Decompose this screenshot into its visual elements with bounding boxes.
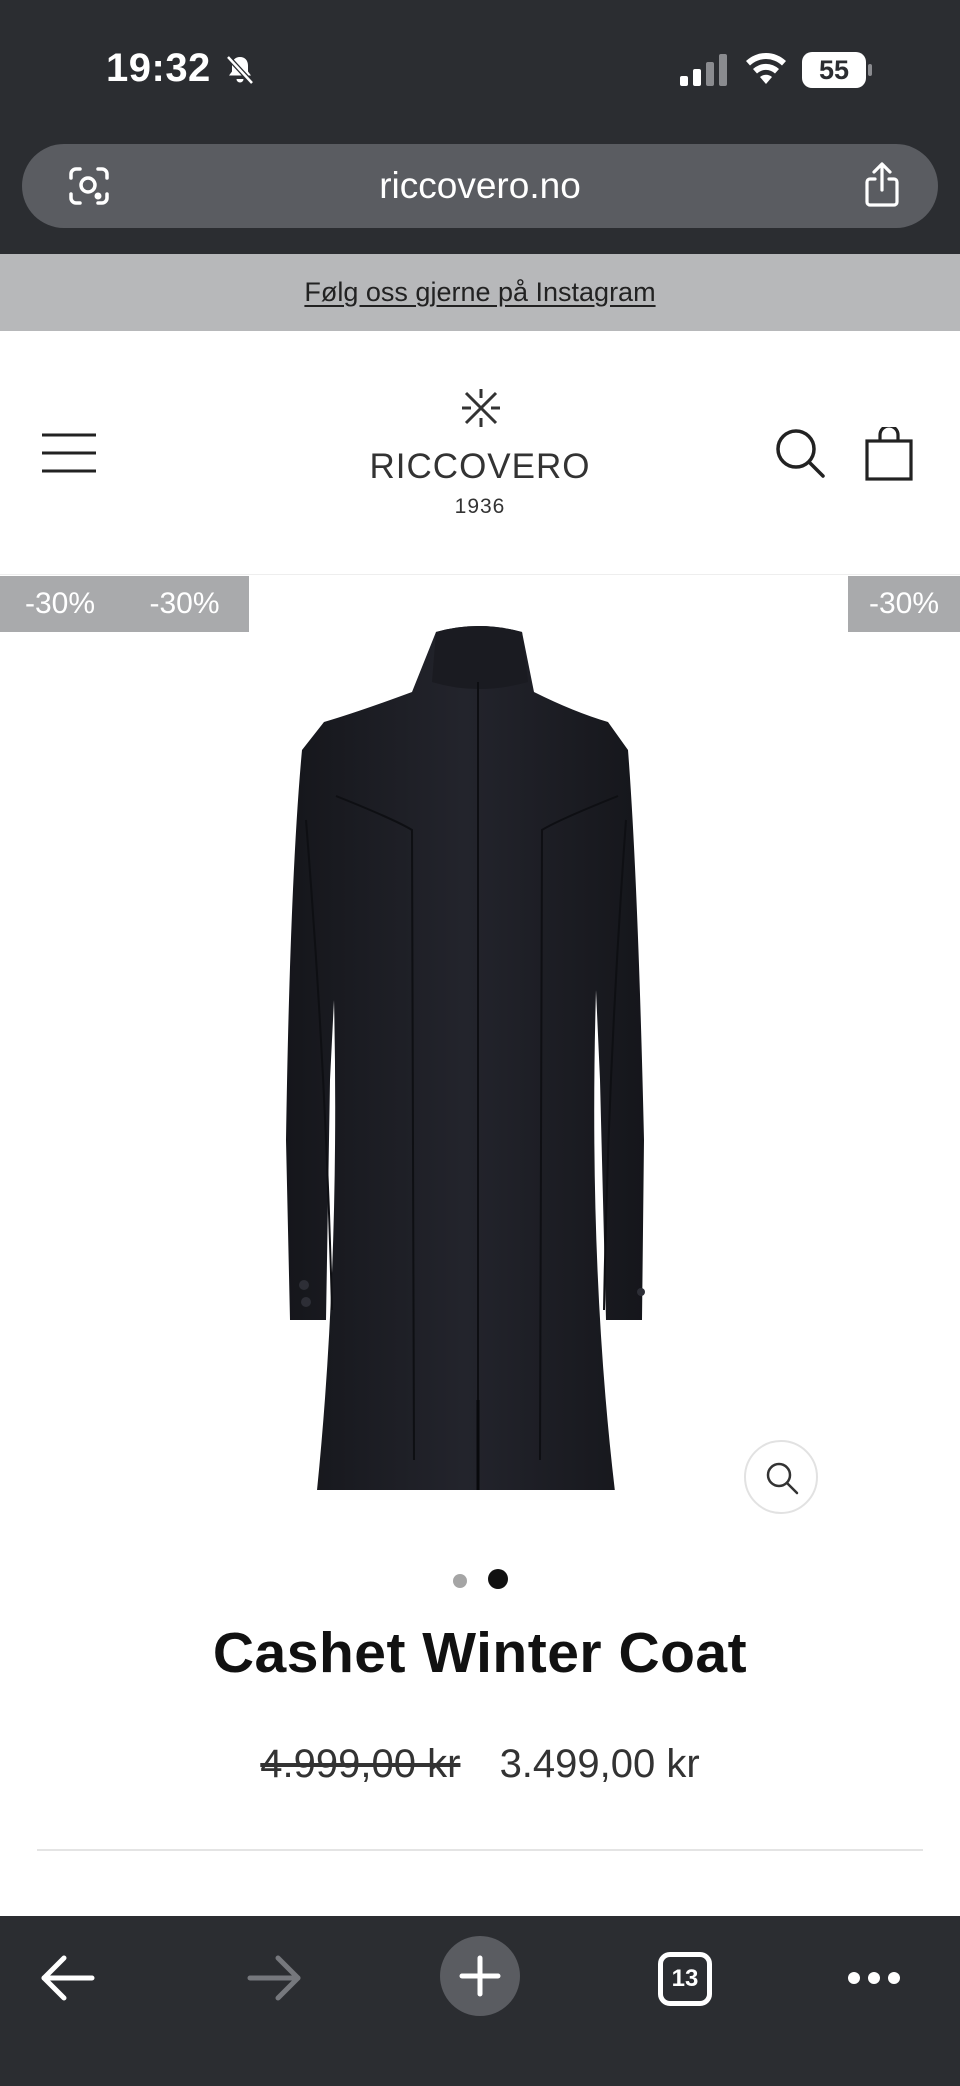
- brand-name: RICCOVERO: [369, 447, 591, 486]
- divider: [37, 1849, 923, 1851]
- discount-badge: -30%: [0, 576, 120, 632]
- discount-badge: -30%: [848, 576, 960, 632]
- new-tab-button[interactable]: [440, 1936, 520, 2016]
- original-price: 4.999,00 kr: [260, 1742, 461, 1786]
- battery-tip: [868, 64, 872, 76]
- share-icon[interactable]: [862, 162, 902, 208]
- pagination-dot[interactable]: [453, 1574, 467, 1588]
- tabs-button[interactable]: 13: [658, 1952, 712, 2006]
- logo-mark-icon: [462, 389, 500, 427]
- price-row: 4.999,00 kr 3.499,00 kr: [0, 1742, 960, 1787]
- cart-icon[interactable]: [864, 427, 914, 481]
- instagram-link[interactable]: Følg oss gjerne på Instagram: [0, 254, 960, 331]
- forward-arrow-icon[interactable]: [244, 1952, 304, 2004]
- brand-logo[interactable]: RICCOVERO 1936: [330, 387, 630, 527]
- status-time: 19:32: [106, 46, 211, 90]
- tab-count: 13: [671, 1965, 699, 1992]
- sale-price: 3.499,00 kr: [499, 1742, 700, 1786]
- product-gallery[interactable]: -30% -30% -30%: [0, 576, 960, 1526]
- zoom-button[interactable]: [744, 1440, 818, 1514]
- menu-icon[interactable]: [42, 431, 96, 475]
- more-icon[interactable]: [846, 1968, 902, 1988]
- wifi-icon: [746, 53, 786, 84]
- product-title: Cashet Winter Coat: [212, 1621, 748, 1685]
- site-header: RICCOVERO 1936: [0, 331, 960, 575]
- image-pagination: [0, 1566, 960, 1590]
- bell-slash-icon: [226, 55, 254, 85]
- search-icon[interactable]: [774, 427, 826, 479]
- brand-year: 1936: [454, 495, 506, 518]
- plus-icon: [459, 1955, 501, 1997]
- browser-toolbar: 13: [0, 1916, 960, 2086]
- back-arrow-icon[interactable]: [38, 1952, 98, 2004]
- product-image[interactable]: [236, 620, 720, 1490]
- discount-badge: -30%: [120, 576, 249, 632]
- battery-indicator: 55: [802, 52, 872, 88]
- address-bar[interactable]: riccovero.no: [22, 144, 938, 228]
- pagination-dot-active[interactable]: [488, 1569, 508, 1589]
- announcement-bar: Følg oss gjerne på Instagram: [0, 254, 960, 331]
- zoom-icon: [766, 1462, 799, 1495]
- url-text[interactable]: riccovero.no: [22, 144, 938, 228]
- signal-icon: [680, 54, 727, 86]
- battery-level: 55: [818, 55, 850, 85]
- status-and-url-bar: 19:32 55 riccovero.no: [0, 0, 960, 254]
